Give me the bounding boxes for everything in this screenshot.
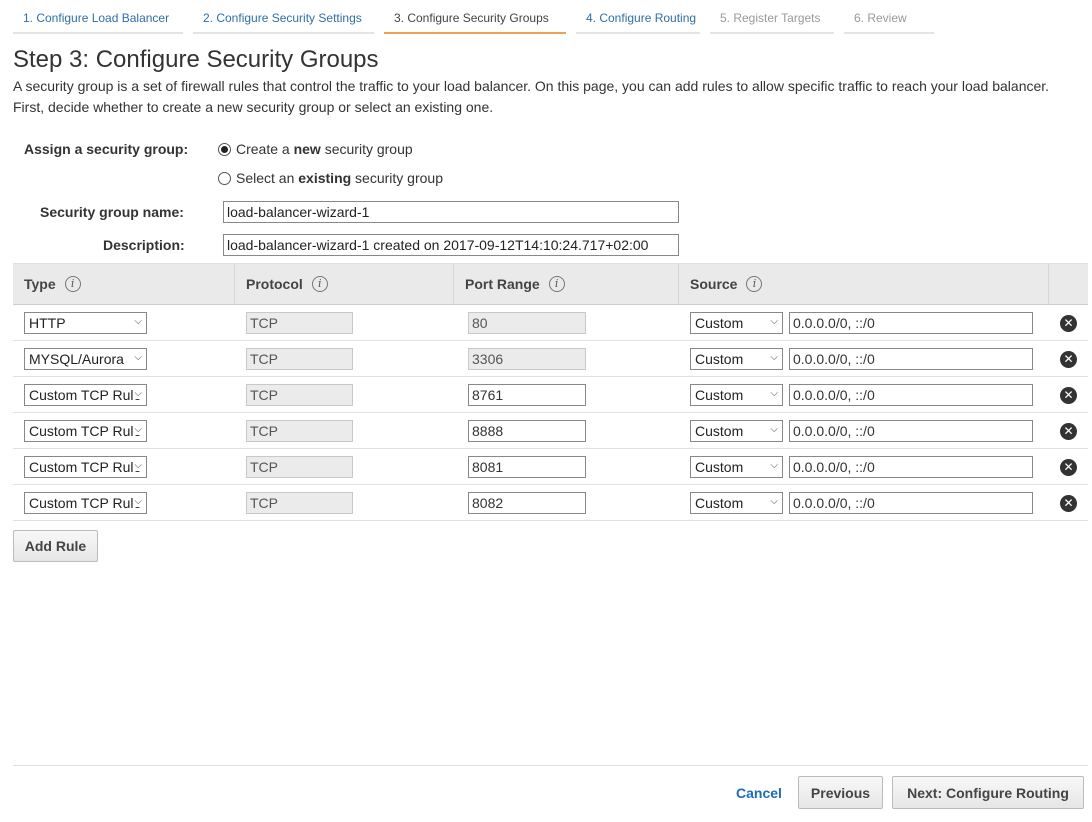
tab-configure-security-settings[interactable]: 2. Configure Security Settings (193, 0, 374, 34)
remove-rule-icon[interactable]: ✕ (1060, 351, 1077, 368)
port-range-input[interactable]: 8082 (468, 492, 586, 514)
chevron-down-icon: ⌵ (770, 424, 778, 435)
type-select[interactable]: Custom TCP Rule ⌵ (24, 456, 147, 478)
radio-select-existing-label: Select an existing security group (236, 170, 443, 186)
protocol-field: TCP (246, 312, 353, 334)
intro-text: A security group is a set of firewall ru… (13, 78, 1050, 115)
source-cidr-input[interactable]: 0.0.0.0/0, ::/0 (789, 384, 1033, 406)
type-select[interactable]: Custom TCP Rule ⌵ (24, 384, 147, 406)
chevron-down-icon: ⌵ (134, 460, 142, 471)
source-cidr-input[interactable]: 0.0.0.0/0, ::/0 (789, 420, 1033, 442)
chevron-down-icon: ⌵ (770, 316, 778, 327)
source-cidr-input[interactable]: 0.0.0.0/0, ::/0 (789, 456, 1033, 478)
wizard-steps: 1. Configure Load Balancer 2. Configure … (13, 0, 944, 34)
table-row: Custom TCP Rule ⌵ TCP 8888 Custom ⌵ 0.0.0.… (13, 413, 1088, 449)
header-protocol: Protocol i (234, 264, 453, 305)
table-row: Custom TCP Rule ⌵ TCP 8761 Custom ⌵ 0.0.0.… (13, 377, 1088, 413)
remove-rule-icon[interactable]: ✕ (1060, 315, 1077, 332)
assign-security-group-label: Assign a security group: (24, 141, 189, 157)
protocol-field: TCP (246, 456, 353, 478)
radio-button-unchecked[interactable] (218, 171, 231, 185)
tab-configure-load-balancer[interactable]: 1. Configure Load Balancer (13, 0, 183, 34)
port-range-input[interactable]: 8888 (468, 420, 586, 442)
protocol-field: TCP (246, 492, 353, 514)
remove-rule-icon[interactable]: ✕ (1060, 387, 1077, 404)
rules-table-header: Type i Protocol i Port Range i Source i (13, 263, 1088, 305)
header-type: Type i (13, 264, 234, 305)
protocol-field: TCP (246, 420, 353, 442)
previous-button[interactable]: Previous (798, 776, 883, 809)
cancel-link[interactable]: Cancel (736, 785, 782, 801)
protocol-field: TCP (246, 348, 353, 370)
source-cidr-input[interactable]: 0.0.0.0/0, ::/0 (789, 348, 1033, 370)
port-range-input[interactable]: 8761 (468, 384, 586, 406)
next-configure-routing-button[interactable]: Next: Configure Routing (892, 776, 1084, 809)
chevron-down-icon: ⌵ (770, 460, 778, 471)
chevron-down-icon: ⌵ (134, 424, 142, 435)
header-source: Source i (678, 264, 1048, 305)
footer-divider (13, 765, 1088, 766)
type-select[interactable]: Custom TCP Rule ⌵ (24, 420, 147, 442)
remove-rule-icon[interactable]: ✕ (1060, 495, 1077, 512)
port-range-field: 80 (468, 312, 586, 334)
page-title: Step 3: Configure Security Groups (13, 46, 379, 73)
type-select[interactable]: Custom TCP Rule ⌵ (24, 492, 147, 514)
radio-button-checked[interactable] (218, 142, 231, 156)
tab-register-targets: 5. Register Targets (710, 0, 834, 34)
source-select[interactable]: Custom ⌵ (690, 312, 783, 334)
description-input[interactable]: load-balancer-wizard-1 created on 2017-0… (223, 234, 679, 256)
source-select[interactable]: Custom ⌵ (690, 492, 783, 514)
chevron-down-icon: ⌵ (770, 352, 778, 363)
chevron-down-icon: ⌵ (134, 388, 142, 399)
source-select[interactable]: Custom ⌵ (690, 348, 783, 370)
table-row: HTTP ⌵ TCP 80 Custom ⌵ 0.0.0.0/0, ::/0 ✕ (13, 305, 1088, 341)
add-rule-button[interactable]: Add Rule (13, 530, 98, 562)
radio-create-new[interactable]: Create a new security group (218, 141, 413, 157)
description-label: Description: (103, 237, 185, 253)
source-cidr-input[interactable]: 0.0.0.0/0, ::/0 (789, 492, 1033, 514)
header-port-range: Port Range i (453, 264, 678, 305)
security-group-name-label: Security group name: (40, 204, 184, 220)
chevron-down-icon: ⌵ (770, 388, 778, 399)
table-row: Custom TCP Rule ⌵ TCP 8081 Custom ⌵ 0.0.0.… (13, 449, 1088, 485)
remove-rule-icon[interactable]: ✕ (1060, 423, 1077, 440)
tab-review: 6. Review (844, 0, 934, 34)
protocol-field: TCP (246, 384, 353, 406)
tab-configure-security-groups[interactable]: 3. Configure Security Groups (384, 0, 566, 34)
chevron-down-icon: ⌵ (134, 496, 142, 507)
source-select[interactable]: Custom ⌵ (690, 456, 783, 478)
tab-configure-routing[interactable]: 4. Configure Routing (576, 0, 700, 34)
port-range-input[interactable]: 8081 (468, 456, 586, 478)
info-icon[interactable]: i (548, 276, 565, 292)
source-select[interactable]: Custom ⌵ (690, 384, 783, 406)
info-icon[interactable]: i (64, 276, 81, 292)
security-group-name-input[interactable]: load-balancer-wizard-1 (223, 201, 679, 223)
table-row: MYSQL/Aurora ⌵ TCP 3306 Custom ⌵ 0.0.0.0/0… (13, 341, 1088, 377)
chevron-down-icon: ⌵ (134, 316, 142, 327)
source-cidr-input[interactable]: 0.0.0.0/0, ::/0 (789, 312, 1033, 334)
chevron-down-icon: ⌵ (770, 496, 778, 507)
type-select[interactable]: HTTP ⌵ (24, 312, 147, 334)
remove-rule-icon[interactable]: ✕ (1060, 459, 1077, 476)
type-select[interactable]: MYSQL/Aurora ⌵ (24, 348, 147, 370)
port-range-field: 3306 (468, 348, 586, 370)
source-select[interactable]: Custom ⌵ (690, 420, 783, 442)
info-icon[interactable]: i (311, 276, 328, 292)
info-icon[interactable]: i (746, 276, 763, 292)
header-actions (1048, 264, 1088, 305)
radio-select-existing[interactable]: Select an existing security group (218, 170, 443, 186)
radio-create-new-label: Create a new security group (236, 141, 413, 157)
table-row: Custom TCP Rule ⌵ TCP 8082 Custom ⌵ 0.0.0.… (13, 485, 1088, 521)
chevron-down-icon: ⌵ (134, 352, 142, 363)
